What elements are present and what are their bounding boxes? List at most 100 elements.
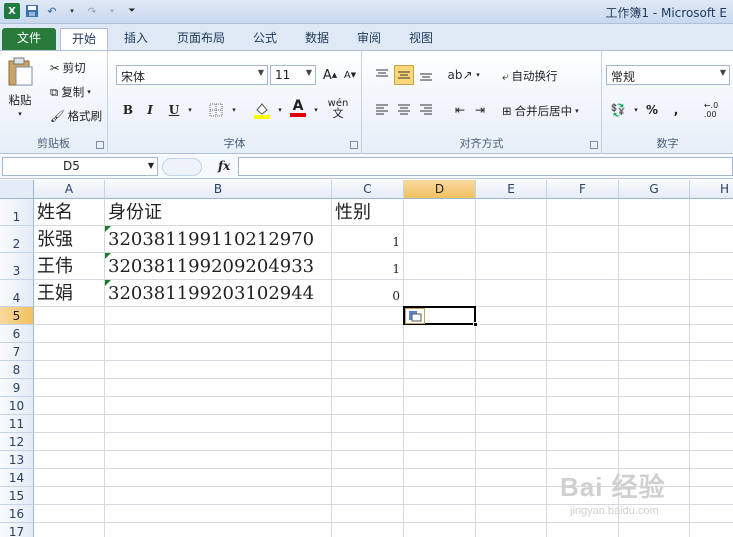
formula-input[interactable] xyxy=(238,157,733,176)
borders-dropdown-icon[interactable]: ▾ xyxy=(224,100,244,120)
underline-dropdown-icon[interactable]: ▾ xyxy=(180,100,200,120)
row-header-7[interactable]: 7 xyxy=(0,343,34,361)
cell-a3[interactable]: 王伟 xyxy=(37,257,73,277)
cut-button[interactable]: ✂ 剪切 xyxy=(50,60,86,76)
align-top-icon[interactable] xyxy=(372,65,392,85)
row-header-5[interactable]: 5 xyxy=(0,307,34,325)
fill-handle[interactable] xyxy=(473,322,478,327)
font-name-select[interactable]: 宋体 ▼ xyxy=(116,65,268,85)
merge-center-button[interactable]: ⊞ 合并后居中 ▾ xyxy=(502,103,579,119)
undo-dropdown-icon[interactable]: ▾ xyxy=(64,3,80,19)
copy-button[interactable]: ⧉ 复制 ▾ xyxy=(50,84,91,100)
shrink-font-button[interactable]: A ▼ xyxy=(340,65,360,85)
select-all-corner[interactable] xyxy=(0,180,34,199)
tab-data[interactable]: 数据 xyxy=(294,28,340,50)
column-header-g[interactable]: G xyxy=(619,180,690,199)
paste-button[interactable]: 粘贴 ▾ xyxy=(6,57,34,118)
orientation-icon[interactable]: ab↗ xyxy=(447,65,472,85)
align-center-icon[interactable] xyxy=(394,100,414,120)
paste-icon xyxy=(6,57,34,90)
number-format-select[interactable]: 常规 ▼ xyxy=(606,65,730,85)
tab-file[interactable]: 文件 xyxy=(2,28,56,50)
comma-button[interactable]: , xyxy=(666,100,686,120)
font-color-dropdown-icon[interactable]: ▾ xyxy=(306,100,326,120)
column-header-a[interactable]: A xyxy=(34,180,105,199)
customize-qat-icon[interactable]: ⏷ xyxy=(124,3,140,19)
font-launcher-icon[interactable] xyxy=(350,141,358,149)
align-bottom-icon[interactable] xyxy=(416,65,436,85)
row-header-10[interactable]: 10 xyxy=(0,397,34,415)
column-header-e[interactable]: E xyxy=(476,180,547,199)
row-header-4[interactable]: 4 xyxy=(0,280,34,307)
row-header-11[interactable]: 11 xyxy=(0,415,34,433)
cell-b3[interactable]: 320381199209204933 xyxy=(108,257,314,277)
decrease-indent-icon[interactable]: ⇤ xyxy=(450,100,470,120)
name-box[interactable]: D5 ▼ xyxy=(2,157,158,176)
excel-app-icon[interactable]: X xyxy=(4,3,20,19)
row-header-15[interactable]: 15 xyxy=(0,487,34,505)
column-header-f[interactable]: F xyxy=(547,180,619,199)
wrap-text-button[interactable]: ⤶ 自动换行 xyxy=(502,68,557,84)
tab-home[interactable]: 开始 xyxy=(60,28,108,50)
grow-font-button[interactable]: A ▲ xyxy=(320,65,340,85)
text-number-indicator xyxy=(105,253,111,259)
save-icon[interactable] xyxy=(24,3,40,19)
row-header-2[interactable]: 2 xyxy=(0,226,34,253)
cell-a1[interactable]: 姓名 xyxy=(37,203,73,223)
tab-page-layout[interactable]: 页面布局 xyxy=(166,28,236,50)
column-header-d[interactable]: D xyxy=(404,180,476,199)
undo-icon[interactable]: ↶ xyxy=(44,3,60,19)
row-header-16[interactable]: 16 xyxy=(0,505,34,523)
orientation-dropdown-icon[interactable]: ▾ xyxy=(468,65,488,85)
font-color-button[interactable]: A xyxy=(288,98,308,118)
italic-button[interactable]: I xyxy=(140,100,160,120)
tab-formulas[interactable]: 公式 xyxy=(242,28,288,50)
increase-indent-icon[interactable]: ⇥ xyxy=(470,100,490,120)
row-header-9[interactable]: 9 xyxy=(0,379,34,397)
cell-c4[interactable]: 0 xyxy=(332,286,400,306)
paste-options-button[interactable] xyxy=(405,308,425,324)
font-size-select[interactable]: 11 ▼ xyxy=(270,65,316,85)
increase-decimal-button[interactable]: ←.0.00 xyxy=(694,100,728,120)
fill-color-button[interactable] xyxy=(252,100,272,120)
align-middle-icon[interactable] xyxy=(394,65,414,85)
column-header-b[interactable]: B xyxy=(105,180,332,199)
row-header-3[interactable]: 3 xyxy=(0,253,34,280)
row-header-6[interactable]: 6 xyxy=(0,325,34,343)
tab-view[interactable]: 视图 xyxy=(398,28,444,50)
cell-c3[interactable]: 1 xyxy=(332,259,400,279)
row-header-12[interactable]: 12 xyxy=(0,433,34,451)
redo-icon[interactable]: ↷ xyxy=(84,3,100,19)
row-header-13[interactable]: 13 xyxy=(0,451,34,469)
column-header-c[interactable]: C xyxy=(332,180,404,199)
paste-dropdown-icon: ▾ xyxy=(18,110,22,118)
row-header-17[interactable]: 17 xyxy=(0,523,34,537)
fill-color-dropdown-icon[interactable]: ▾ xyxy=(270,100,290,120)
cell-c1[interactable]: 性别 xyxy=(335,203,371,223)
row-header-8[interactable]: 8 xyxy=(0,361,34,379)
borders-button[interactable] xyxy=(206,100,226,120)
row-header-1[interactable]: 1 xyxy=(0,199,34,226)
cell-a4[interactable]: 王娟 xyxy=(37,284,73,304)
cell-b1[interactable]: 身份证 xyxy=(108,203,162,223)
formula-bar-expand-handle[interactable] xyxy=(162,158,202,176)
cell-b4[interactable]: 320381199203102944 xyxy=(108,284,314,304)
cell-c2[interactable]: 1 xyxy=(332,232,400,252)
clipboard-launcher-icon[interactable] xyxy=(96,141,104,149)
bold-button[interactable]: B xyxy=(118,100,138,120)
alignment-launcher-icon[interactable] xyxy=(590,141,598,149)
cell-b2[interactable]: 320381199110212970 xyxy=(108,230,314,250)
tab-review[interactable]: 审阅 xyxy=(346,28,392,50)
percent-button[interactable]: % xyxy=(642,100,662,120)
accounting-format-icon[interactable]: 💱 xyxy=(608,100,628,120)
redo-dropdown-icon[interactable]: ▾ xyxy=(104,3,120,19)
align-right-icon[interactable] xyxy=(416,100,436,120)
format-painter-button[interactable]: 🖌 格式刷 xyxy=(50,108,102,124)
align-left-icon[interactable] xyxy=(372,100,392,120)
phonetic-guide-button[interactable]: wén 文 xyxy=(328,98,349,119)
column-header-h[interactable]: H xyxy=(690,180,733,199)
cell-a2[interactable]: 张强 xyxy=(37,230,73,250)
tab-insert[interactable]: 插入 xyxy=(112,28,160,50)
insert-function-button[interactable]: fx xyxy=(218,159,230,173)
row-header-14[interactable]: 14 xyxy=(0,469,34,487)
